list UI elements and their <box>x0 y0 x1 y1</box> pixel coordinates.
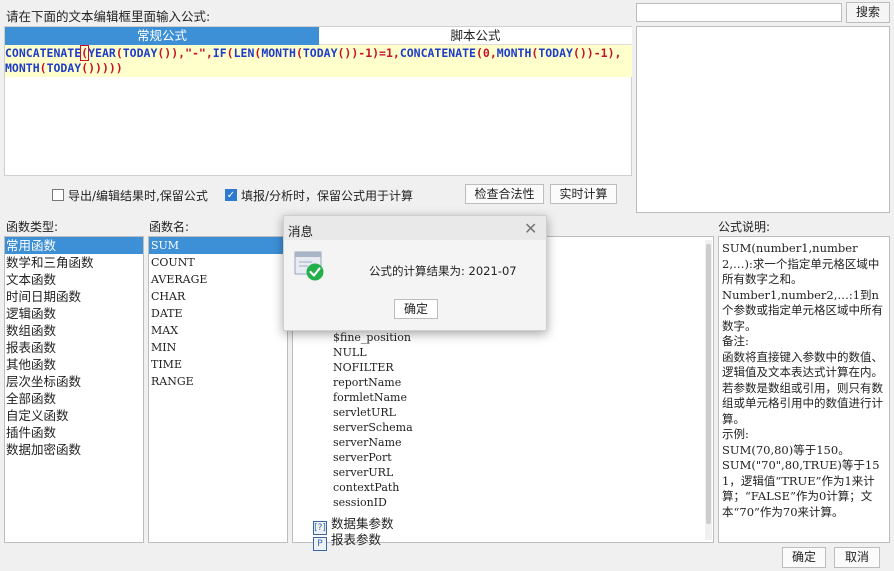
formula-token: LEN <box>233 46 255 60</box>
tab-normal-formula[interactable]: 常规公式 <box>5 27 319 45</box>
fill-keep-formula-checkbox[interactable]: ✓ <box>225 189 237 201</box>
tree-param-item[interactable]: reportName <box>333 376 401 389</box>
dialog-title: 消息 <box>288 224 314 239</box>
function-type-item[interactable]: 数学和三角函数 <box>5 254 143 271</box>
formula-token: ())-1), <box>572 46 622 60</box>
function-type-item[interactable]: 报表函数 <box>5 339 143 356</box>
cancel-button[interactable]: 取消 <box>834 547 880 568</box>
function-name-header: 函数名: <box>149 220 190 234</box>
tree-param-item[interactable]: NULL <box>333 346 367 359</box>
function-type-list[interactable]: 常用函数 数学和三角函数 文本函数 时间日期函数 逻辑函数 数组函数 报表函数 其他函数 层次坐… <box>4 236 144 543</box>
function-type-item[interactable]: 层次坐标函数 <box>5 373 143 390</box>
function-type-item[interactable]: 自定义函数 <box>5 407 143 424</box>
prompt-label: 请在下面的文本编辑框里面输入公式: <box>6 9 211 24</box>
description-paragraph: Number1,number2,…:1到n个参数或指定单元格区域中所有数字。 <box>722 287 883 333</box>
function-type-item[interactable]: 数组函数 <box>5 322 143 339</box>
function-type-item[interactable]: 文本函数 <box>5 271 143 288</box>
formula-token: (0, <box>475 46 497 60</box>
tree-param-item[interactable]: formletName <box>333 391 407 404</box>
formula-token: YEAR <box>88 46 116 60</box>
function-type-item[interactable]: 全部函数 <box>5 390 143 407</box>
formula-token: ())-1)=1, <box>337 46 400 60</box>
formula-token: TODAY <box>302 46 338 60</box>
formula-editor-panel: 常规公式 脚本公式 CONCATENATE(YEAR(TODAY()),"-",… <box>4 26 632 176</box>
formula-token: IF <box>212 46 227 60</box>
ok-button[interactable]: 确定 <box>782 547 826 568</box>
tree-group-label: 报表参数 <box>331 532 382 547</box>
search-results-box <box>636 26 890 213</box>
formula-token: ( <box>115 46 123 60</box>
tree-param-item[interactable]: NOFILTER <box>333 361 394 374</box>
export-keep-formula-checkbox[interactable] <box>52 189 64 201</box>
formula-description: SUM(number1,number2,…):求一个指定单元格区域中所有数字之和… <box>718 236 890 543</box>
check-validity-button[interactable]: 检查合法性 <box>465 184 544 204</box>
function-type-item[interactable]: 时间日期函数 <box>5 288 143 305</box>
description-paragraph: 示例: <box>722 427 749 441</box>
formula-line-2: MONTH(TODAY())))) <box>5 61 632 76</box>
formula-token: TODAY <box>538 46 573 60</box>
function-name-item[interactable]: SUM <box>149 237 287 254</box>
formula-token: TODAY <box>46 61 82 75</box>
formula-token: ()), <box>157 46 186 60</box>
tree-param-item[interactable]: contextPath <box>333 481 399 494</box>
description-paragraph: SUM("70",80,TRUE)等于151，逻辑值“TRUE”作为1来计算；“… <box>722 458 880 519</box>
formula-text-area[interactable]: CONCATENATE(YEAR(TODAY()),"-",IF(LEN(MON… <box>5 45 632 77</box>
tab-script-formula[interactable]: 脚本公式 <box>319 27 632 45</box>
function-type-item[interactable]: 数据加密函数 <box>5 441 143 458</box>
formula-token: ())))) <box>81 61 123 75</box>
description-paragraph: SUM(70,80)等于150。 <box>722 442 850 457</box>
formula-token: MONTH <box>496 46 532 60</box>
tree-param-item[interactable]: serverURL <box>333 466 393 479</box>
function-type-item[interactable]: 其他函数 <box>5 356 143 373</box>
tree-param-item[interactable]: serverSchema <box>333 421 413 434</box>
formula-token: ( <box>295 46 303 60</box>
tree-param-item[interactable]: sessionID <box>333 496 387 509</box>
export-keep-formula-label: 导出/编辑结果时,保留公式 <box>68 189 208 203</box>
tree-scrollbar-thumb[interactable] <box>706 244 711 524</box>
success-check-icon <box>294 250 326 282</box>
description-paragraph: SUM(number1,number2,…):求一个指定单元格区域中所有数字之和… <box>722 241 880 286</box>
function-name-list[interactable]: SUM COUNT AVERAGE CHAR DATE MAX MIN TIME RANGE <box>148 236 288 543</box>
formula-token: "-" <box>185 46 206 60</box>
function-type-item[interactable]: 逻辑函数 <box>5 305 143 322</box>
function-name-item[interactable]: MIN <box>149 339 287 356</box>
formula-token: , <box>205 46 213 60</box>
tree-param-item[interactable]: serverPort <box>333 451 392 464</box>
description-paragraph: 函数将直接键入参数中的数值、逻辑值及文本表达式计算在内。若参数是数组或引用，则只… <box>722 349 883 426</box>
function-type-header: 函数类型: <box>6 220 59 234</box>
formula-token: ( <box>226 46 234 60</box>
description-paragraph: 备注: <box>722 334 749 348</box>
function-name-item[interactable]: MAX <box>149 322 287 339</box>
function-name-item[interactable]: TIME <box>149 356 287 373</box>
realtime-calc-button[interactable]: 实时计算 <box>550 184 617 204</box>
close-icon[interactable]: ✕ <box>524 219 537 238</box>
formula-token: MONTH <box>5 61 40 75</box>
function-type-item[interactable]: 常用函数 <box>5 237 143 254</box>
function-name-item[interactable]: CHAR <box>149 288 287 305</box>
formula-description-header: 公式说明: <box>718 220 771 234</box>
formula-token: CONCATENATE <box>399 46 476 60</box>
message-dialog: 消息 ✕ 公式的计算结果为: 2021-07 确定 <box>283 215 547 331</box>
dialog-message: 公式的计算结果为: 2021-07 <box>369 264 517 278</box>
tree-param-item[interactable]: serverName <box>333 436 402 449</box>
tree-param-item[interactable]: $fine_position <box>333 331 411 344</box>
fill-keep-formula-label: 填报/分析时，保留公式用于计算 <box>241 189 414 203</box>
formula-token: CONCATENATE <box>5 46 82 60</box>
search-button[interactable]: 搜索 <box>846 2 890 23</box>
tree-param-item[interactable]: servletURL <box>333 406 396 419</box>
formula-token: TODAY <box>122 46 158 60</box>
tree-group-item[interactable]: P 报表参数 <box>313 529 381 551</box>
dialog-title-bar[interactable] <box>284 216 546 240</box>
formula-line-1: CONCATENATE(YEAR(TODAY()),"-",IF(LEN(MON… <box>5 45 632 61</box>
function-type-item[interactable]: 插件函数 <box>5 424 143 441</box>
report-params-icon: P <box>313 537 327 551</box>
formula-token: MONTH <box>261 46 296 60</box>
function-name-item[interactable]: DATE <box>149 305 287 322</box>
function-name-item[interactable]: RANGE <box>149 373 287 390</box>
search-input[interactable] <box>636 3 842 22</box>
formula-token: ( <box>39 61 47 75</box>
function-name-item[interactable]: COUNT <box>149 254 287 271</box>
dialog-ok-button[interactable]: 确定 <box>394 299 438 319</box>
function-name-item[interactable]: AVERAGE <box>149 271 287 288</box>
